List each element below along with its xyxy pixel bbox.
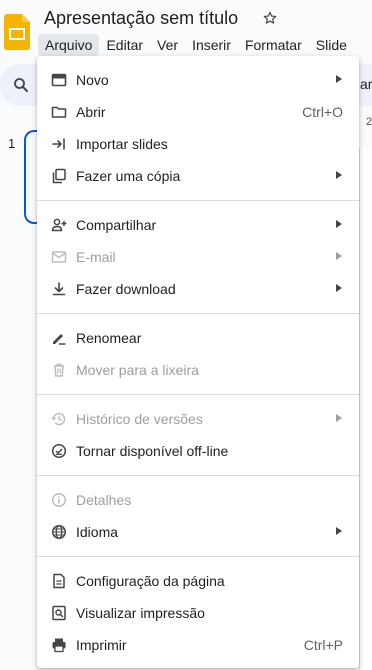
menu-formatar[interactable]: Formatar xyxy=(238,34,309,56)
shortcut-label: Ctrl+O xyxy=(302,104,343,120)
menu-divider xyxy=(37,394,359,395)
menu-item-configuracao-pagina[interactable]: Configuração da página xyxy=(37,565,359,597)
file-menu: Novo Abrir Ctrl+O Importar slides Fazer … xyxy=(37,56,359,668)
document-title[interactable]: Apresentação sem título xyxy=(44,8,238,29)
submenu-arrow-icon xyxy=(336,220,342,228)
menu-item-detalhes[interactable]: Detalhes xyxy=(37,484,359,516)
menu-item-label: Importar slides xyxy=(76,136,168,152)
menu-bar: Arquivo Editar Ver Inserir Formatar Slid… xyxy=(38,34,354,56)
menu-item-renomear[interactable]: Renomear xyxy=(37,322,359,354)
slides-logo-icon xyxy=(4,14,30,50)
menu-item-email[interactable]: E-mail xyxy=(37,241,359,273)
menu-item-imprimir[interactable]: Imprimir Ctrl+P xyxy=(37,629,359,661)
menu-item-abrir[interactable]: Abrir Ctrl+O xyxy=(37,96,359,128)
menu-divider xyxy=(37,556,359,557)
menu-item-label: Fazer uma cópia xyxy=(76,168,181,184)
slide-number: 1 xyxy=(8,136,16,151)
menu-slide[interactable]: Slide xyxy=(309,34,354,56)
submenu-arrow-icon xyxy=(336,171,342,179)
page-setup-icon xyxy=(53,573,65,589)
menu-item-idioma[interactable]: Idioma xyxy=(37,516,359,548)
submenu-arrow-icon xyxy=(336,527,342,535)
menu-item-label: E-mail xyxy=(76,249,116,265)
submenu-arrow-icon xyxy=(336,252,342,260)
submenu-arrow-icon xyxy=(336,75,342,83)
menu-item-label: Detalhes xyxy=(76,492,132,508)
submenu-arrow-icon xyxy=(336,414,342,422)
rename-icon xyxy=(53,334,66,345)
import-icon xyxy=(52,138,65,150)
menu-item-fazer-copia[interactable]: Fazer uma cópia xyxy=(37,160,359,192)
menu-item-label: Abrir xyxy=(76,104,106,120)
trash-icon xyxy=(54,363,64,377)
menu-item-compartilhar[interactable]: Compartilhar xyxy=(37,209,359,241)
menu-item-label: Fazer download xyxy=(76,281,176,297)
history-icon xyxy=(51,412,66,426)
menu-item-label: Imprimir xyxy=(76,637,127,653)
offline-icon xyxy=(51,443,67,459)
menu-divider xyxy=(37,200,359,201)
globe-icon xyxy=(51,524,67,540)
mail-icon xyxy=(51,251,67,263)
info-icon xyxy=(51,492,67,508)
search-icon[interactable] xyxy=(12,76,30,94)
menu-divider xyxy=(37,475,359,476)
menu-item-label: Mover para a lixeira xyxy=(76,362,199,378)
menu-item-label: Visualizar impressão xyxy=(76,605,205,621)
folder-icon xyxy=(51,106,67,118)
slide-canvas[interactable] xyxy=(359,148,372,670)
star-icon[interactable] xyxy=(262,10,278,26)
menu-item-visualizar-impressao[interactable]: Visualizar impressão xyxy=(37,597,359,629)
menu-ver[interactable]: Ver xyxy=(150,34,185,56)
new-presentation-icon xyxy=(51,73,67,87)
menu-item-label: Compartilhar xyxy=(76,217,157,233)
menu-item-fazer-download[interactable]: Fazer download xyxy=(37,273,359,305)
ruler-number: 2 xyxy=(366,116,372,128)
share-person-icon xyxy=(51,218,67,232)
print-preview-icon xyxy=(52,605,66,621)
toolbar-overflow-text[interactable]: ar xyxy=(360,76,372,92)
menu-item-historico-versoes[interactable]: Histórico de versões xyxy=(37,403,359,435)
menu-item-mover-lixeira[interactable]: Mover para a lixeira xyxy=(37,354,359,386)
menu-item-novo[interactable]: Novo xyxy=(37,64,359,96)
menu-editar[interactable]: Editar xyxy=(99,34,150,56)
menu-item-label: Configuração da página xyxy=(76,573,225,589)
menu-item-label: Renomear xyxy=(76,330,142,346)
printer-icon xyxy=(52,638,66,653)
copy-icon xyxy=(52,168,66,184)
menu-arquivo[interactable]: Arquivo xyxy=(38,34,100,56)
menu-item-label: Idioma xyxy=(76,524,119,540)
menu-divider xyxy=(37,313,359,314)
shortcut-label: Ctrl+P xyxy=(303,637,343,653)
menu-item-label: Tornar disponível off-line xyxy=(76,443,229,459)
menu-inserir[interactable]: Inserir xyxy=(185,34,238,56)
menu-item-label: Histórico de versões xyxy=(76,411,203,427)
menu-item-label: Novo xyxy=(76,72,109,88)
menu-item-importar-slides[interactable]: Importar slides xyxy=(37,128,359,160)
submenu-arrow-icon xyxy=(336,284,342,292)
menu-item-offline[interactable]: Tornar disponível off-line xyxy=(37,435,359,467)
download-icon xyxy=(52,282,66,296)
